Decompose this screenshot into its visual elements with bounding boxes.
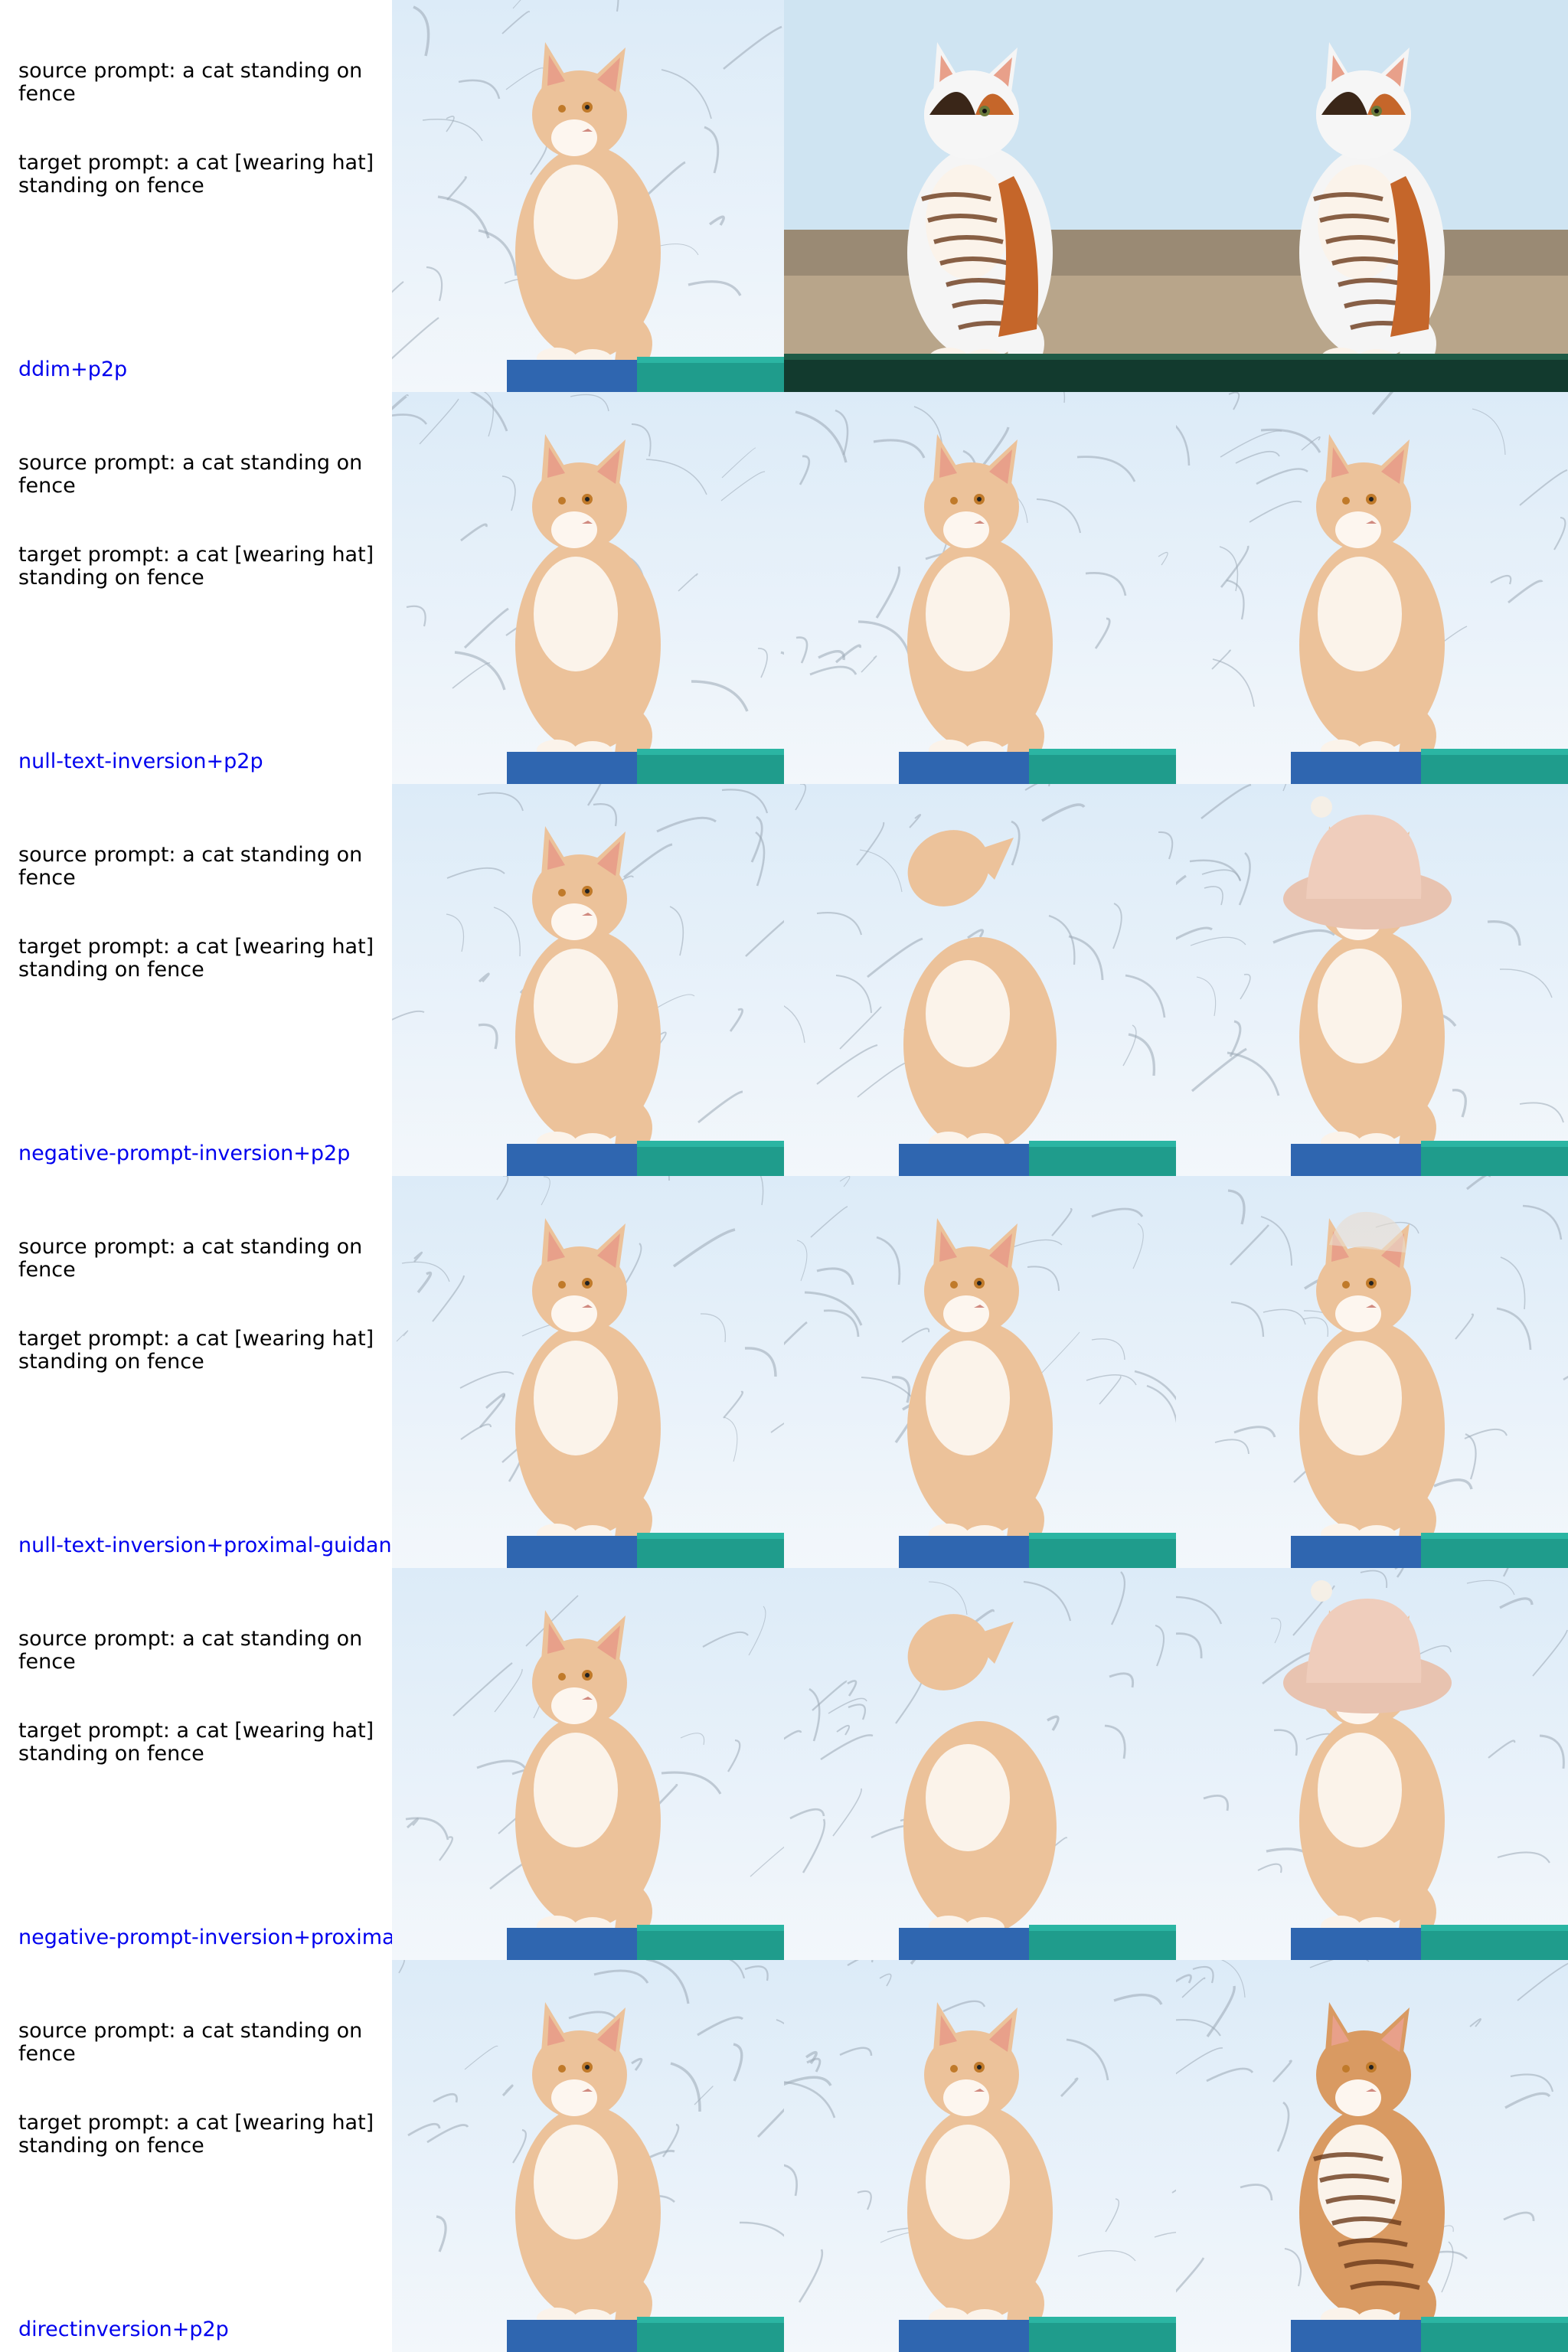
edited-image-result (1176, 1960, 1568, 2352)
comparison-row: source prompt: a cat standing on fence t… (0, 1960, 1568, 2352)
cat-illustration (392, 0, 784, 392)
target-prompt: target prompt: a cat [wearing hat] stand… (18, 1327, 381, 1374)
prompt-block: source prompt: a cat standing on fence t… (18, 1974, 378, 2203)
cat-illustration (392, 392, 784, 784)
row-label-cell: source prompt: a cat standing on fence t… (0, 1960, 392, 2352)
source-prompt: source prompt: a cat standing on fence (18, 2019, 369, 2066)
edited-image-result (1176, 1568, 1568, 1960)
target-prompt: target prompt: a cat [wearing hat] stand… (18, 935, 381, 982)
cat-illustration (1176, 0, 1568, 392)
source-prompt: source prompt: a cat standing on fence (18, 59, 369, 106)
prompt-block: source prompt: a cat standing on fence t… (18, 1582, 378, 1811)
method-label: null-text-inversion+p2p (18, 750, 263, 773)
cat-illustration (1176, 1568, 1568, 1960)
source-image (392, 0, 784, 392)
target-prompt: target prompt: a cat [wearing hat] stand… (18, 151, 381, 198)
source-prompt: source prompt: a cat standing on fence (18, 451, 369, 498)
row-label-cell: source prompt: a cat standing on fence t… (0, 392, 392, 784)
edited-image-result (1176, 0, 1568, 392)
source-image (392, 392, 784, 784)
comparison-row: source prompt: a cat standing on fence t… (0, 1568, 1568, 1960)
edited-image-result (1176, 1176, 1568, 1568)
edited-image-attention (784, 1176, 1176, 1568)
source-image (392, 1176, 784, 1568)
cat-illustration (1176, 1176, 1568, 1568)
source-image (392, 1960, 784, 2352)
comparison-grid: source prompt: a cat standing on fence t… (0, 0, 1568, 2352)
cat-illustration (392, 1960, 784, 2352)
prompt-block: source prompt: a cat standing on fence t… (18, 798, 378, 1027)
comparison-row: source prompt: a cat standing on fence t… (0, 784, 1568, 1176)
cat-illustration (784, 1568, 1176, 1960)
cat-illustration (1176, 392, 1568, 784)
edited-image-attention (784, 392, 1176, 784)
edited-image-attention (784, 0, 1176, 392)
cat-illustration (784, 784, 1176, 1176)
cat-illustration (784, 1176, 1176, 1568)
method-label: negative-prompt-inversion+p2p (18, 1142, 351, 1165)
cat-illustration (392, 784, 784, 1176)
cat-illustration (784, 392, 1176, 784)
row-label-cell: source prompt: a cat standing on fence t… (0, 1568, 392, 1960)
method-label: negative-prompt-inversion+proximal-g (18, 1926, 392, 1949)
row-label-cell: source prompt: a cat standing on fence t… (0, 0, 392, 392)
row-label-cell: source prompt: a cat standing on fence t… (0, 1176, 392, 1568)
method-label: null-text-inversion+proximal-guidance (18, 1534, 392, 1557)
edited-image-attention (784, 1960, 1176, 2352)
edited-image-result (1176, 784, 1568, 1176)
comparison-row: source prompt: a cat standing on fence t… (0, 0, 1568, 392)
comparison-row: source prompt: a cat standing on fence t… (0, 392, 1568, 784)
target-prompt: target prompt: a cat [wearing hat] stand… (18, 2111, 381, 2158)
edited-image-result (1176, 392, 1568, 784)
target-prompt: target prompt: a cat [wearing hat] stand… (18, 1719, 381, 1766)
prompt-block: source prompt: a cat standing on fence t… (18, 14, 378, 243)
source-prompt: source prompt: a cat standing on fence (18, 1235, 369, 1282)
source-image (392, 1568, 784, 1960)
cat-illustration (784, 1960, 1176, 2352)
source-prompt: source prompt: a cat standing on fence (18, 843, 369, 890)
method-label: directinversion+p2p (18, 2318, 229, 2341)
source-prompt: source prompt: a cat standing on fence (18, 1627, 369, 1674)
prompt-block: source prompt: a cat standing on fence t… (18, 406, 378, 635)
row-label-cell: source prompt: a cat standing on fence t… (0, 784, 392, 1176)
cat-illustration (1176, 784, 1568, 1176)
target-prompt: target prompt: a cat [wearing hat] stand… (18, 543, 381, 590)
prompt-block: source prompt: a cat standing on fence t… (18, 1190, 378, 1419)
cat-illustration (392, 1176, 784, 1568)
cat-illustration (784, 0, 1176, 392)
method-label: ddim+p2p (18, 358, 128, 381)
cat-illustration (1176, 1960, 1568, 2352)
cat-illustration (392, 1568, 784, 1960)
comparison-row: source prompt: a cat standing on fence t… (0, 1176, 1568, 1568)
source-image (392, 784, 784, 1176)
edited-image-attention (784, 784, 1176, 1176)
edited-image-attention (784, 1568, 1176, 1960)
